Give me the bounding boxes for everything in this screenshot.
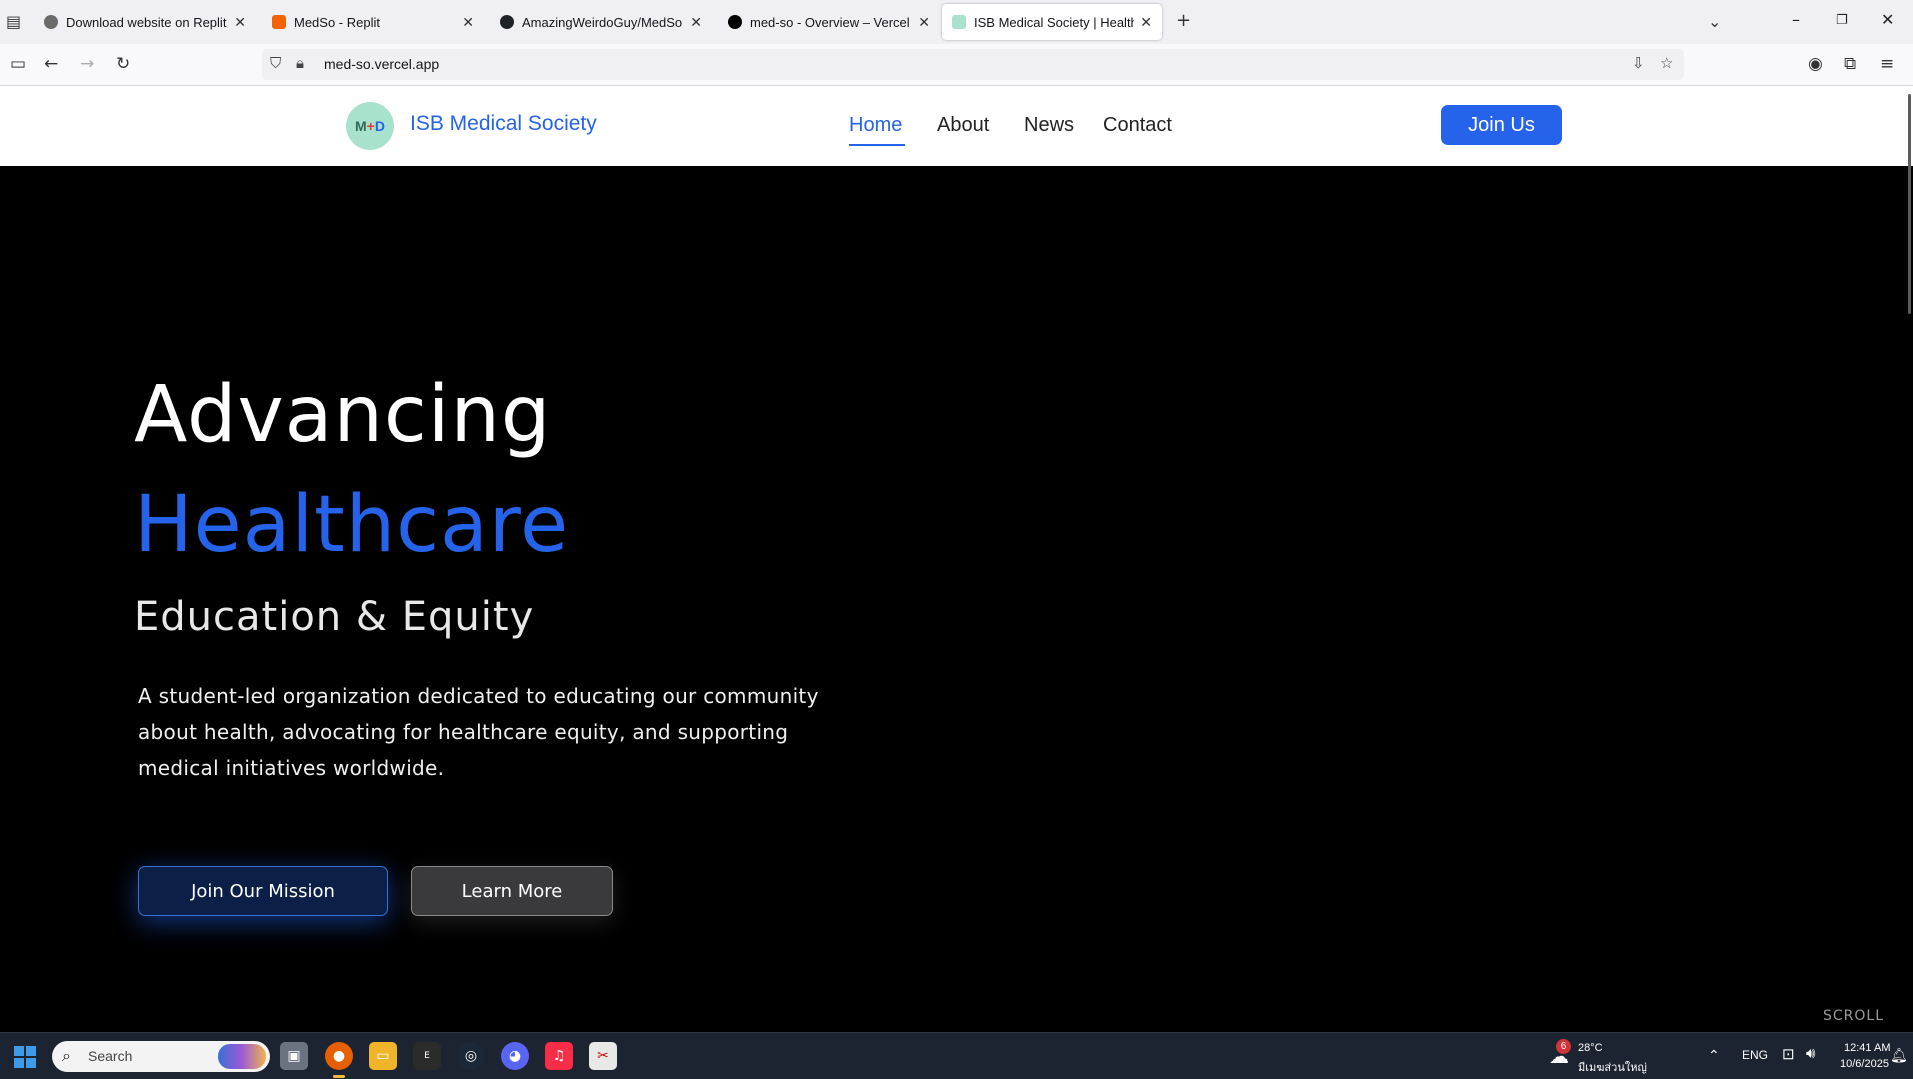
discord-icon[interactable]: ◕ xyxy=(501,1042,529,1070)
clock-time[interactable]: 12:41 AM xyxy=(1844,1042,1890,1054)
weather-description: มีเมฆส่วนใหญ่ xyxy=(1578,1062,1647,1074)
url-text[interactable]: med-so.vercel.app xyxy=(324,56,439,72)
learn-more-button[interactable]: Learn More xyxy=(411,866,613,916)
reload-icon[interactable]: ↻ xyxy=(116,54,130,74)
tab-download-website[interactable]: Download website on Replit ✕ xyxy=(34,4,256,40)
join-us-button[interactable]: Join Us xyxy=(1441,105,1562,145)
epic-games-icon[interactable]: E xyxy=(413,1042,441,1070)
network-icon[interactable]: ⊡ xyxy=(1782,1045,1795,1063)
search-highlight-image xyxy=(218,1044,266,1069)
page-scrollbar[interactable] xyxy=(1908,94,1911,314)
browser-nav-bar: ▭ ← → ↻ ⛉ 🔒︎ med-so.vercel.app ⇩ ☆ ◉ ⧉ ≡ xyxy=(0,44,1913,86)
active-app-indicator xyxy=(333,1075,345,1078)
volume-icon[interactable]: 🔊︎ xyxy=(1806,1045,1815,1062)
nav-link-contact[interactable]: Contact xyxy=(1103,114,1172,137)
bookmark-star-icon[interactable]: ☆ xyxy=(1660,54,1673,72)
nav-link-about[interactable]: About xyxy=(937,114,989,137)
web-page: M + D ISB Medical Society Home About News … xyxy=(0,86,1913,1032)
new-tab-icon[interactable]: + xyxy=(1176,10,1191,31)
menu-icon[interactable]: ≡ xyxy=(1880,54,1894,74)
file-explorer-icon[interactable]: ▭ xyxy=(369,1042,397,1070)
restore-icon[interactable]: ❐ xyxy=(1836,13,1848,28)
close-icon[interactable]: ✕ xyxy=(918,14,930,31)
minimize-icon[interactable]: – xyxy=(1792,10,1800,29)
tab-overview-icon[interactable]: ▤ xyxy=(6,12,21,31)
extensions-icon[interactable]: ⧉ xyxy=(1844,54,1856,74)
browser-tab-bar: ▤ Download website on Replit ✕ MedSo - R… xyxy=(0,0,1913,44)
lock-icon[interactable]: 🔒︎ xyxy=(296,54,304,72)
weather-badge: 6 xyxy=(1556,1039,1571,1054)
address-bar[interactable]: ⛉ 🔒︎ med-so.vercel.app ⇩ ☆ xyxy=(262,49,1684,80)
hero-description: A student-led organization dedicated to … xyxy=(138,684,819,780)
language-indicator[interactable]: ENG xyxy=(1742,1048,1768,1062)
tab-medso-replit[interactable]: MedSo - Replit ✕ xyxy=(262,4,484,40)
medso-favicon xyxy=(952,15,966,29)
close-icon[interactable]: ✕ xyxy=(690,14,702,31)
active-nav-indicator xyxy=(849,144,905,146)
back-icon[interactable]: ← xyxy=(44,54,58,74)
site-header: M + D ISB Medical Society Home About News … xyxy=(0,86,1913,166)
scroll-indicator[interactable]: SCROLL xyxy=(1823,1008,1884,1024)
firefox-icon[interactable]: ● xyxy=(325,1042,353,1070)
tab-github[interactable]: AmazingWeirdoGuy/MedSo ✕ xyxy=(490,4,712,40)
hero-title-line2: Healthcare xyxy=(134,480,570,570)
account-icon[interactable]: ◉ xyxy=(1808,54,1823,74)
site-brand-name[interactable]: ISB Medical Society xyxy=(410,112,597,136)
windows-start-icon[interactable] xyxy=(14,1046,36,1068)
replit-ai-icon xyxy=(44,15,58,29)
github-icon xyxy=(500,15,514,29)
close-icon[interactable]: ✕ xyxy=(1140,14,1152,31)
replit-icon xyxy=(272,15,286,29)
apple-music-icon[interactable]: ♫ xyxy=(545,1042,573,1070)
taskbar-search-placeholder: Search xyxy=(88,1048,133,1064)
search-icon: ⌕ xyxy=(62,1046,71,1065)
vercel-icon xyxy=(728,15,742,29)
hero-subtitle: Education & Equity xyxy=(134,594,535,640)
nav-link-news[interactable]: News xyxy=(1024,114,1074,137)
taskbar-search[interactable]: ⌕ Search xyxy=(52,1041,270,1072)
shield-icon[interactable]: ⛉ xyxy=(270,54,281,72)
site-logo[interactable]: M + D xyxy=(346,102,394,150)
notification-icon[interactable]: 🔔︎ xyxy=(1890,1047,1908,1064)
join-our-mission-button[interactable]: Join Our Mission xyxy=(138,866,388,916)
chevron-down-icon[interactable]: ⌄ xyxy=(1708,12,1721,31)
weather-temperature: 28°C xyxy=(1578,1042,1603,1054)
tab-isb-medical-society[interactable]: ISB Medical Society | Healthcare ✕ xyxy=(942,4,1162,40)
hero-title: Advancing Healthcare xyxy=(134,360,569,580)
chevron-up-icon[interactable]: ⌃ xyxy=(1708,1047,1720,1064)
hero-title-line1: Advancing xyxy=(134,370,552,460)
clock-date[interactable]: 10/6/2025 xyxy=(1840,1058,1889,1070)
forward-icon[interactable]: → xyxy=(80,54,94,74)
close-window-icon[interactable]: ✕ xyxy=(1881,10,1894,29)
snipping-tool-icon[interactable]: ✂ xyxy=(589,1042,617,1070)
steam-icon[interactable]: ◎ xyxy=(457,1042,485,1070)
task-view-icon[interactable]: ▣ xyxy=(280,1042,308,1070)
close-icon[interactable]: ✕ xyxy=(462,14,474,31)
windows-taskbar: ⌕ Search ▣ ● ▭ E ◎ ◕ ♫ ✂ ☁ 6 28°C มีเมฆส… xyxy=(0,1032,1913,1079)
sidebar-toggle-icon[interactable]: ▭ xyxy=(10,54,26,74)
install-app-icon[interactable]: ⇩ xyxy=(1632,54,1645,72)
close-icon[interactable]: ✕ xyxy=(234,14,246,31)
tab-vercel[interactable]: med-so - Overview – Vercel ✕ xyxy=(718,4,940,40)
nav-link-home[interactable]: Home xyxy=(849,114,902,137)
